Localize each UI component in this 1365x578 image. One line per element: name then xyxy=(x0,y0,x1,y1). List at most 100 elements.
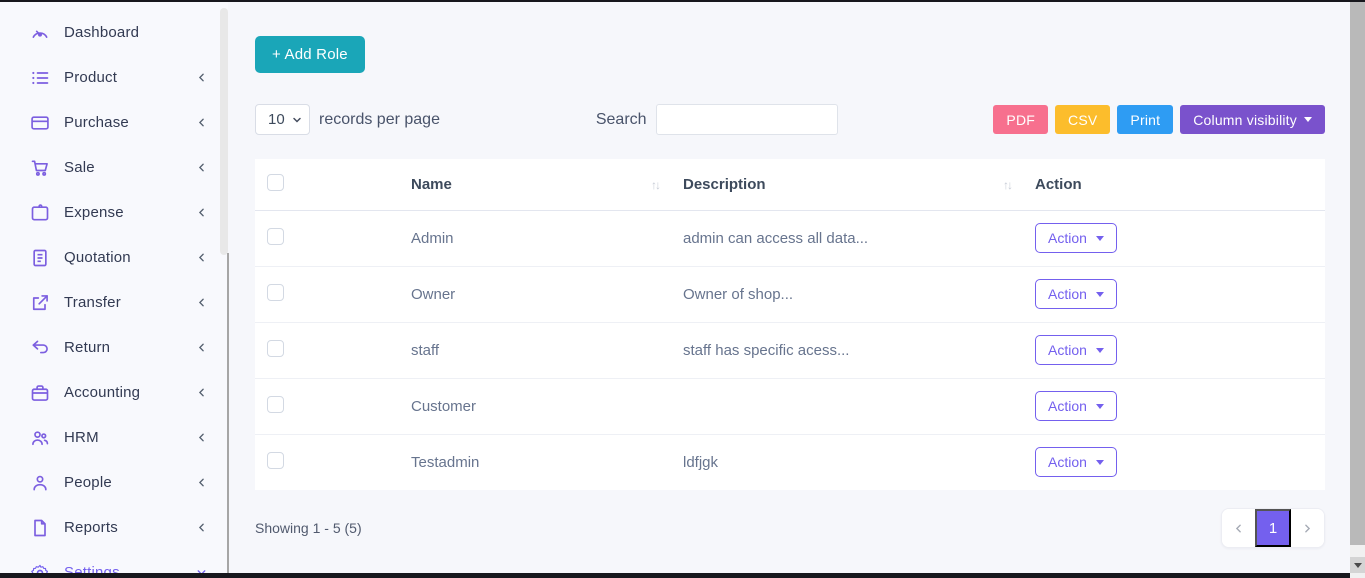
sidebar-item-return[interactable]: Return xyxy=(0,325,228,370)
row-action-button[interactable]: Action xyxy=(1035,223,1117,253)
transfer-share-icon xyxy=(30,292,51,313)
sidebar-item-expense[interactable]: Expense xyxy=(0,190,228,235)
pdf-export-button[interactable]: PDF xyxy=(993,105,1048,134)
sidebar-item-transfer[interactable]: Transfer xyxy=(0,280,228,325)
sidebar-item-label: Accounting xyxy=(64,384,195,401)
csv-export-button[interactable]: CSV xyxy=(1055,105,1110,134)
role-name-cell: staff xyxy=(397,322,669,378)
sidebar-item-label: Sale xyxy=(64,159,195,176)
person-icon xyxy=(30,472,51,493)
sidebar-item-label: Product xyxy=(64,69,195,86)
caret-down-icon xyxy=(1096,348,1104,353)
chevron-left-icon xyxy=(195,431,208,444)
print-button[interactable]: Print xyxy=(1117,105,1173,134)
row-checkbox[interactable] xyxy=(267,284,284,301)
sidebar-item-product[interactable]: Product xyxy=(0,55,228,100)
caret-down-icon xyxy=(1096,292,1104,297)
select-all-checkbox[interactable] xyxy=(267,174,284,191)
gear-icon xyxy=(30,562,51,573)
add-role-button[interactable]: + Add Role xyxy=(255,36,365,73)
row-checkbox[interactable] xyxy=(267,228,284,245)
sidebar-item-accounting[interactable]: Accounting xyxy=(0,370,228,415)
sidebar-item-settings[interactable]: Settings xyxy=(0,550,228,573)
chevron-left-icon xyxy=(195,341,208,354)
row-checkbox[interactable] xyxy=(267,340,284,357)
caret-down-icon xyxy=(1304,117,1312,122)
return-undo-icon xyxy=(30,337,51,358)
sidebar-item-label: HRM xyxy=(64,429,195,446)
column-header-description[interactable]: Description↑↓ xyxy=(669,159,1021,210)
roles-table: Name↑↓ Description↑↓ Action Admin admin … xyxy=(255,159,1325,490)
chevron-left-icon xyxy=(195,206,208,219)
chevron-left-icon xyxy=(195,251,208,264)
sidebar-item-label: Return xyxy=(64,339,195,356)
sidebar-item-sale[interactable]: Sale xyxy=(0,145,228,190)
sidebar-item-purchase[interactable]: Purchase xyxy=(0,100,228,145)
chevron-down-icon xyxy=(195,566,208,573)
caret-down-icon xyxy=(1096,236,1104,241)
sort-icon[interactable]: ↑↓ xyxy=(651,178,659,192)
chevron-left-icon xyxy=(195,296,208,309)
row-action-button[interactable]: Action xyxy=(1035,335,1117,365)
column-header-name[interactable]: Name↑↓ xyxy=(397,159,669,210)
search-group: Search xyxy=(596,104,838,135)
chevron-left-icon xyxy=(195,476,208,489)
sidebar-item-label: Reports xyxy=(64,519,195,536)
row-action-button[interactable]: Action xyxy=(1035,391,1117,421)
role-description-cell: ldfjgk xyxy=(669,434,1021,490)
sidebar-item-label: Expense xyxy=(64,204,195,221)
table-row: staff staff has specific acess... Action xyxy=(255,322,1325,378)
role-description-cell: admin can access all data... xyxy=(669,210,1021,266)
sidebar-item-quotation[interactable]: Quotation xyxy=(0,235,228,280)
users-group-icon xyxy=(30,427,51,448)
row-action-button[interactable]: Action xyxy=(1035,447,1117,477)
role-description-cell: staff has specific acess... xyxy=(669,322,1021,378)
sidebar-scrollbar-thumb[interactable] xyxy=(220,8,228,255)
table-row: Admin admin can access all data... Actio… xyxy=(255,210,1325,266)
sidebar-item-hrm[interactable]: HRM xyxy=(0,415,228,460)
dashboard-gauge-icon xyxy=(30,22,51,43)
sidebar-item-people[interactable]: People xyxy=(0,460,228,505)
sidebar-item-label: Quotation xyxy=(64,249,195,266)
role-description-cell xyxy=(669,378,1021,434)
chevron-left-icon xyxy=(195,116,208,129)
row-checkbox[interactable] xyxy=(267,452,284,469)
role-name-cell: Customer xyxy=(397,378,669,434)
row-checkbox[interactable] xyxy=(267,396,284,413)
credit-card-icon xyxy=(30,112,51,133)
sidebar-divider xyxy=(227,253,229,573)
sidebar-item-label: Purchase xyxy=(64,114,195,131)
role-name-cell: Owner xyxy=(397,266,669,322)
chevron-left-icon xyxy=(195,161,208,174)
pagination-prev-button[interactable] xyxy=(1222,509,1255,547)
vertical-scrollbar[interactable] xyxy=(1350,2,1365,578)
scrollbar-down-button[interactable] xyxy=(1350,557,1365,573)
role-description-cell: Owner of shop... xyxy=(669,266,1021,322)
export-buttons: PDF CSV Print Column visibility xyxy=(993,105,1325,134)
pagination-page-1[interactable]: 1 xyxy=(1255,509,1291,547)
search-input[interactable] xyxy=(656,104,838,135)
sidebar-item-label: Transfer xyxy=(64,294,195,311)
report-file-icon xyxy=(30,517,51,538)
table-row: Customer Action xyxy=(255,378,1325,434)
search-label: Search xyxy=(596,111,647,129)
sidebar-item-reports[interactable]: Reports xyxy=(0,505,228,550)
table-footer: Showing 1 - 5 (5) 1 xyxy=(255,508,1325,548)
sort-icon[interactable]: ↑↓ xyxy=(1003,178,1011,192)
caret-down-icon xyxy=(1096,460,1104,465)
window-bottom-edge xyxy=(0,573,1350,578)
chevron-left-icon xyxy=(195,386,208,399)
arrow-down-icon xyxy=(1354,563,1362,568)
sidebar-item-dashboard[interactable]: Dashboard xyxy=(0,10,228,55)
table-header-row: Name↑↓ Description↑↓ Action xyxy=(255,159,1325,210)
sidebar-item-label: Settings xyxy=(64,564,195,573)
window-top-edge xyxy=(0,0,1365,2)
pagination-next-button[interactable] xyxy=(1291,509,1324,547)
column-visibility-button[interactable]: Column visibility xyxy=(1180,105,1325,134)
table-controls: 10 records per page Search PDF CSV Print… xyxy=(255,104,1325,135)
roles-table-card: Name↑↓ Description↑↓ Action Admin admin … xyxy=(255,159,1325,490)
scrollbar-thumb[interactable] xyxy=(1350,2,1365,545)
row-action-button[interactable]: Action xyxy=(1035,279,1117,309)
main-content: + Add Role 10 records per page Search PD… xyxy=(228,2,1350,573)
records-per-page-select[interactable]: 10 xyxy=(255,104,310,135)
